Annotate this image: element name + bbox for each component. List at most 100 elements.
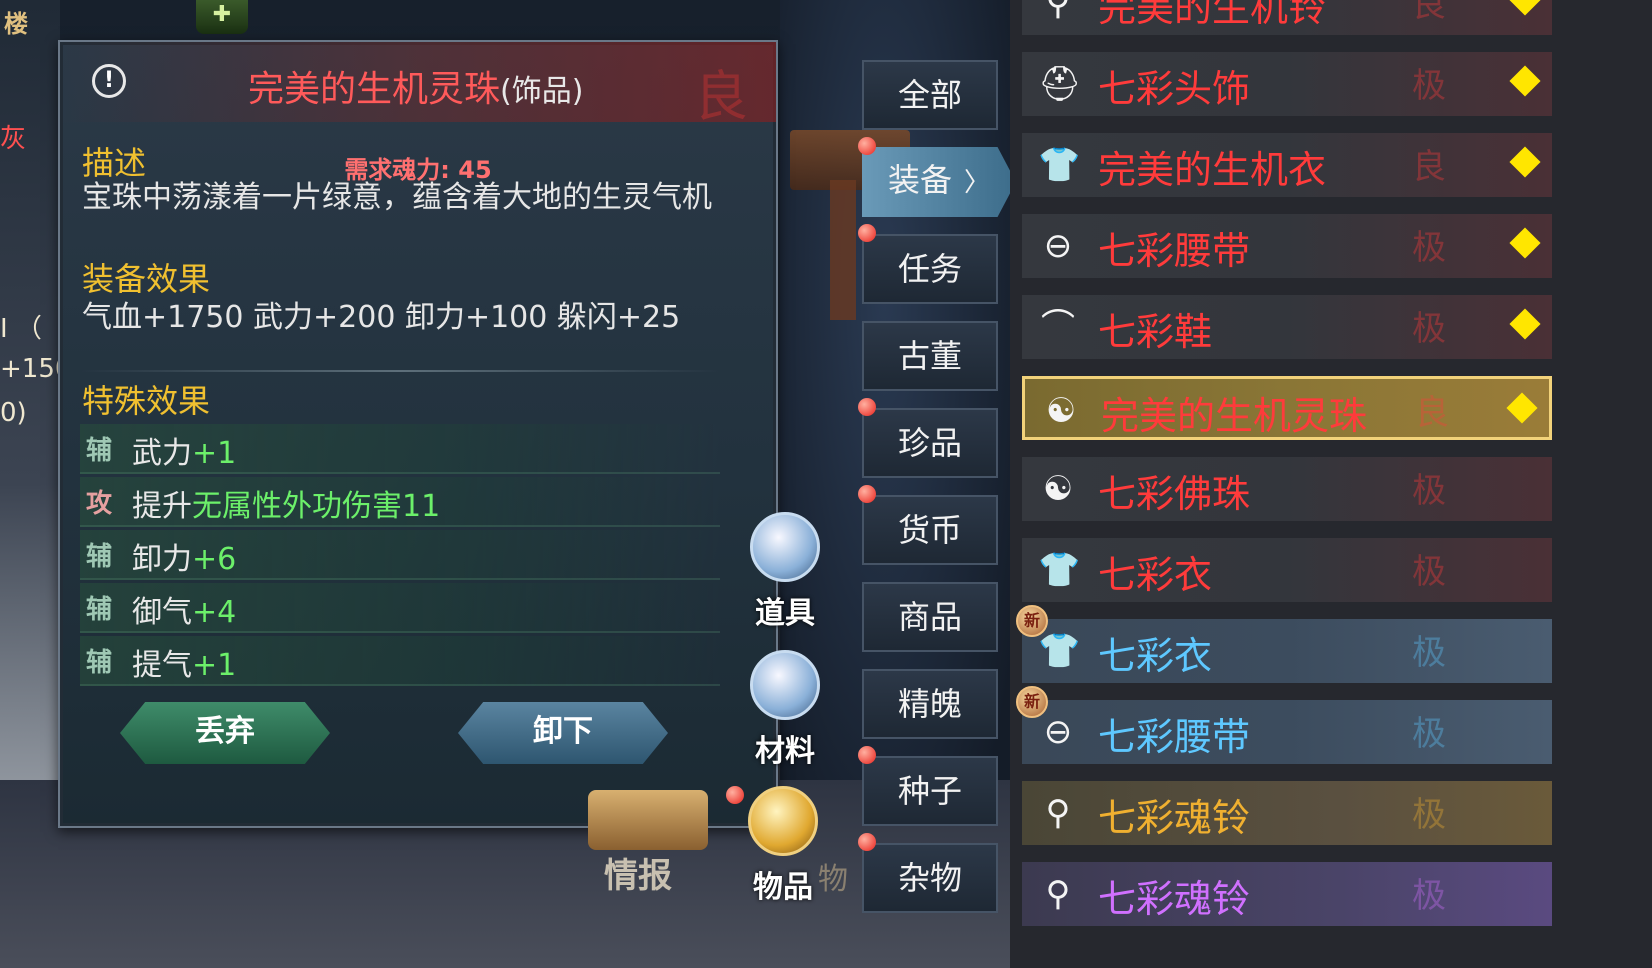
quality-mark: 良 <box>694 65 748 128</box>
equipped-diamond-icon <box>1509 146 1541 178</box>
category-label: 商品 <box>897 598 962 636</box>
materials-tab[interactable]: 材料 <box>740 650 830 769</box>
bell-icon: ⚲ <box>1045 874 1071 914</box>
discard-button[interactable]: 丢弃 <box>120 702 330 764</box>
category-tab[interactable]: 精魄 <box>862 669 998 739</box>
item-list-row[interactable]: ⊖ 七彩腰带 极 <box>1022 214 1552 278</box>
new-badge: 新 <box>1016 605 1048 637</box>
category-tab[interactable]: 种子 <box>862 756 998 826</box>
quality-mark: 极 <box>1412 714 1446 754</box>
category-label: 全部 <box>897 76 962 114</box>
special-effect-text: 提升无属性外功伤害11 <box>132 489 441 524</box>
special-effect-label: 特殊效果 <box>82 382 211 420</box>
item-row-name: 完美的生机衣 <box>1098 148 1327 192</box>
item-list-row[interactable]: ⛑ 七彩头饰 极 <box>1022 52 1552 116</box>
item-row-name: 七彩鞋 <box>1098 310 1213 354</box>
background-sign-text: 楼 <box>4 10 28 38</box>
special-effect-text: 提气+1 <box>132 648 237 683</box>
special-effect-text: 御气+4 <box>132 595 237 630</box>
notification-dot <box>858 224 876 242</box>
info-icon[interactable]: ! <box>92 64 126 98</box>
equipped-diamond-icon <box>1509 227 1541 259</box>
category-tab[interactable]: 装备〉 <box>862 147 1016 217</box>
background-pillar <box>830 180 856 320</box>
category-tab[interactable]: 珍品 <box>862 408 998 478</box>
new-badge: 新 <box>1016 686 1048 718</box>
item-list-row[interactable]: ⚲ 七彩魂铃 极 <box>1022 862 1552 926</box>
items-bag-icon <box>748 786 818 856</box>
equipped-diamond-icon <box>1509 65 1541 97</box>
special-effect-row: 辅 提气+1 <box>80 636 720 686</box>
quality-mark: 极 <box>1412 633 1446 673</box>
robe-icon: 👕 <box>1038 631 1081 671</box>
notification-dot <box>858 746 876 764</box>
belt-icon: ⊖ <box>1043 226 1073 266</box>
item-list-row[interactable]: ☯ 七彩佛珠 极 <box>1022 457 1552 521</box>
unequip-button[interactable]: 卸下 <box>458 702 668 764</box>
category-label: 杂物 <box>897 859 962 897</box>
special-effect-row: 攻 提升无属性外功伤害11 <box>80 477 720 527</box>
quality-mark: 极 <box>1412 876 1446 916</box>
item-list-row[interactable]: ⊖ 七彩腰带 极 <box>1022 700 1552 764</box>
item-row-name: 七彩佛珠 <box>1098 472 1251 516</box>
bead-icon: ☯ <box>1042 469 1074 509</box>
equipped-diamond-icon <box>1506 392 1538 424</box>
robe-icon: 👕 <box>1038 145 1081 185</box>
item-row-name: 七彩头饰 <box>1098 67 1251 111</box>
special-effect-row: 辅 武力+1 <box>80 424 720 474</box>
quality-mark: 极 <box>1412 795 1446 835</box>
notification-dot <box>858 137 876 155</box>
item-list-row[interactable]: ☯ 完美的生机灵珠 良 <box>1022 376 1552 440</box>
quality-mark: 极 <box>1412 471 1446 511</box>
item-name: 完美的生机灵珠(饰品) <box>248 60 583 112</box>
item-name-text: 完美的生机灵珠 <box>248 69 501 110</box>
materials-bag-icon <box>750 650 820 720</box>
item-list-row[interactable]: ⚲ 完美的生机铃 良 <box>1022 0 1552 35</box>
item-row-name: 完美的生机铃 <box>1098 0 1327 30</box>
notification-dot <box>858 398 876 416</box>
category-label: 任务 <box>897 250 962 288</box>
intel-label[interactable]: 情报 <box>604 848 672 897</box>
category-tab[interactable]: 货币 <box>862 495 998 565</box>
item-row-name: 七彩衣 <box>1098 553 1213 597</box>
background-fragment: 0) <box>0 398 27 428</box>
items-tab[interactable]: 物品 <box>738 786 828 905</box>
item-list-row[interactable]: ⚲ 七彩魂铃 极 <box>1022 781 1552 845</box>
notification-dot <box>858 485 876 503</box>
category-label: 古董 <box>897 337 962 375</box>
item-type: (饰品) <box>500 74 584 109</box>
scroll-icon[interactable] <box>588 790 708 850</box>
bell-icon: ⚲ <box>1045 793 1071 833</box>
materials-label: 材料 <box>755 734 815 769</box>
category-tab[interactable]: 任务 <box>862 234 998 304</box>
special-effect-row: 辅 卸力+6 <box>80 530 720 580</box>
category-tab[interactable]: 杂物 <box>862 843 998 913</box>
item-row-name: 七彩魂铃 <box>1098 796 1251 840</box>
equip-effect-text: 气血+1750 武力+200 卸力+100 躲闪+25 <box>82 300 681 335</box>
notification-dot <box>858 833 876 851</box>
equipped-diamond-icon <box>1509 0 1541 16</box>
faded-label: 物 <box>818 862 848 897</box>
background-fragment: I （ <box>0 314 42 344</box>
item-row-name: 七彩魂铃 <box>1098 877 1251 921</box>
item-row-name: 完美的生机灵珠 <box>1101 394 1368 438</box>
props-tab[interactable]: 道具 <box>740 512 830 631</box>
item-row-name: 七彩衣 <box>1098 634 1213 678</box>
shoe-icon: ⌒ <box>1041 307 1075 347</box>
item-list-row[interactable]: 👕 七彩衣 极 <box>1022 538 1552 602</box>
items-label: 物品 <box>753 870 813 905</box>
category-tab[interactable]: 商品 <box>862 582 998 652</box>
quality-mark: 良 <box>1415 393 1449 433</box>
category-label: 种子 <box>897 772 962 810</box>
belt-icon: ⊖ <box>1043 712 1073 752</box>
props-label: 道具 <box>755 596 815 631</box>
item-list-row[interactable]: ⌒ 七彩鞋 极 <box>1022 295 1552 359</box>
item-list-row[interactable]: 👕 完美的生机衣 良 <box>1022 133 1552 197</box>
category-tab[interactable]: 古董 <box>862 321 998 391</box>
special-effect-row: 辅 御气+4 <box>80 583 720 633</box>
background-fragment: 灰 <box>0 124 27 154</box>
assist-tag: 辅 <box>86 648 113 678</box>
item-list-row[interactable]: 👕 七彩衣 极 <box>1022 619 1552 683</box>
category-tab[interactable]: 全部 <box>862 60 998 130</box>
category-label: 精魄 <box>897 685 962 723</box>
